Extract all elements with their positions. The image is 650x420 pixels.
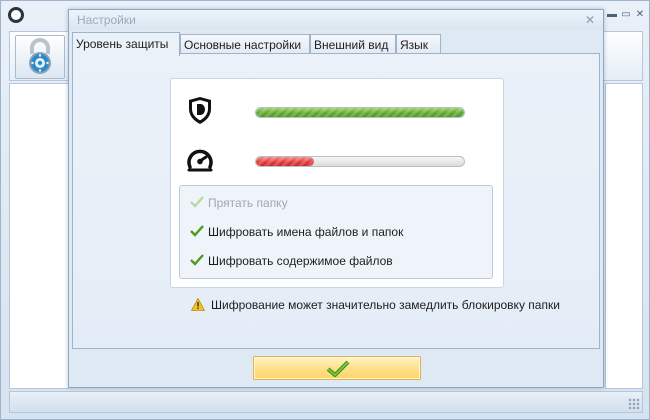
speed-level-fill — [256, 157, 315, 166]
option-encrypt-contents-label: Шифровать содержимое файлов — [208, 254, 393, 268]
tab-appearance[interactable]: Внешний вид — [310, 34, 396, 55]
folder-list-pane[interactable] — [9, 83, 69, 389]
checkmark-icon — [190, 225, 204, 237]
close-icon[interactable]: ✕ — [633, 9, 647, 21]
ok-button[interactable] — [253, 356, 421, 380]
encryption-options-box: Прятать папку Шифровать имена файлов и п… — [179, 185, 493, 279]
speedometer-icon — [187, 149, 213, 172]
lock-button[interactable] — [15, 35, 65, 79]
dialog-close-icon[interactable]: ✕ — [583, 13, 597, 27]
app-logo-icon — [8, 7, 24, 23]
tab-language[interactable]: Язык — [396, 34, 441, 55]
dialog-title: Настройки — [77, 13, 136, 27]
option-hide-folder: Прятать папку — [190, 195, 288, 213]
right-pane — [605, 83, 643, 389]
minimize-icon[interactable]: ▬ — [605, 9, 619, 21]
checkmark-icon — [326, 360, 350, 377]
warning-text: Шифрование может значительно замедлить б… — [211, 298, 560, 312]
security-level-fill — [256, 108, 464, 117]
option-hide-folder-label: Прятать папку — [208, 196, 288, 210]
tab-general-settings[interactable]: Основные настройки — [180, 34, 310, 55]
dialog-titlebar: Настройки ✕ — [69, 10, 603, 30]
maximize-icon[interactable]: ▭ — [619, 9, 633, 21]
security-level-bar — [255, 107, 465, 118]
protection-group: Прятать папку Шифровать имена файлов и п… — [170, 78, 504, 288]
option-encrypt-names[interactable]: Шифровать имена файлов и папок — [190, 224, 403, 242]
tab-panel-protection: Прятать папку Шифровать имена файлов и п… — [72, 53, 600, 349]
option-encrypt-contents[interactable]: Шифровать содержимое файлов — [190, 253, 393, 271]
option-encrypt-names-label: Шифровать имена файлов и папок — [208, 225, 404, 239]
tab-protection-level[interactable]: Уровень защиты — [72, 32, 180, 56]
encryption-warning: Шифрование может значительно замедлить б… — [191, 298, 560, 312]
padlock-icon — [29, 38, 51, 74]
shield-icon — [189, 97, 211, 124]
warning-icon — [191, 298, 205, 311]
status-bar — [9, 391, 643, 413]
speed-level-bar — [255, 156, 465, 167]
checkmark-icon — [190, 254, 204, 266]
checkmark-icon — [190, 196, 204, 208]
resize-grip-icon[interactable] — [628, 398, 640, 410]
settings-dialog: Настройки ✕ Уровень защиты Основные наст… — [68, 9, 604, 388]
